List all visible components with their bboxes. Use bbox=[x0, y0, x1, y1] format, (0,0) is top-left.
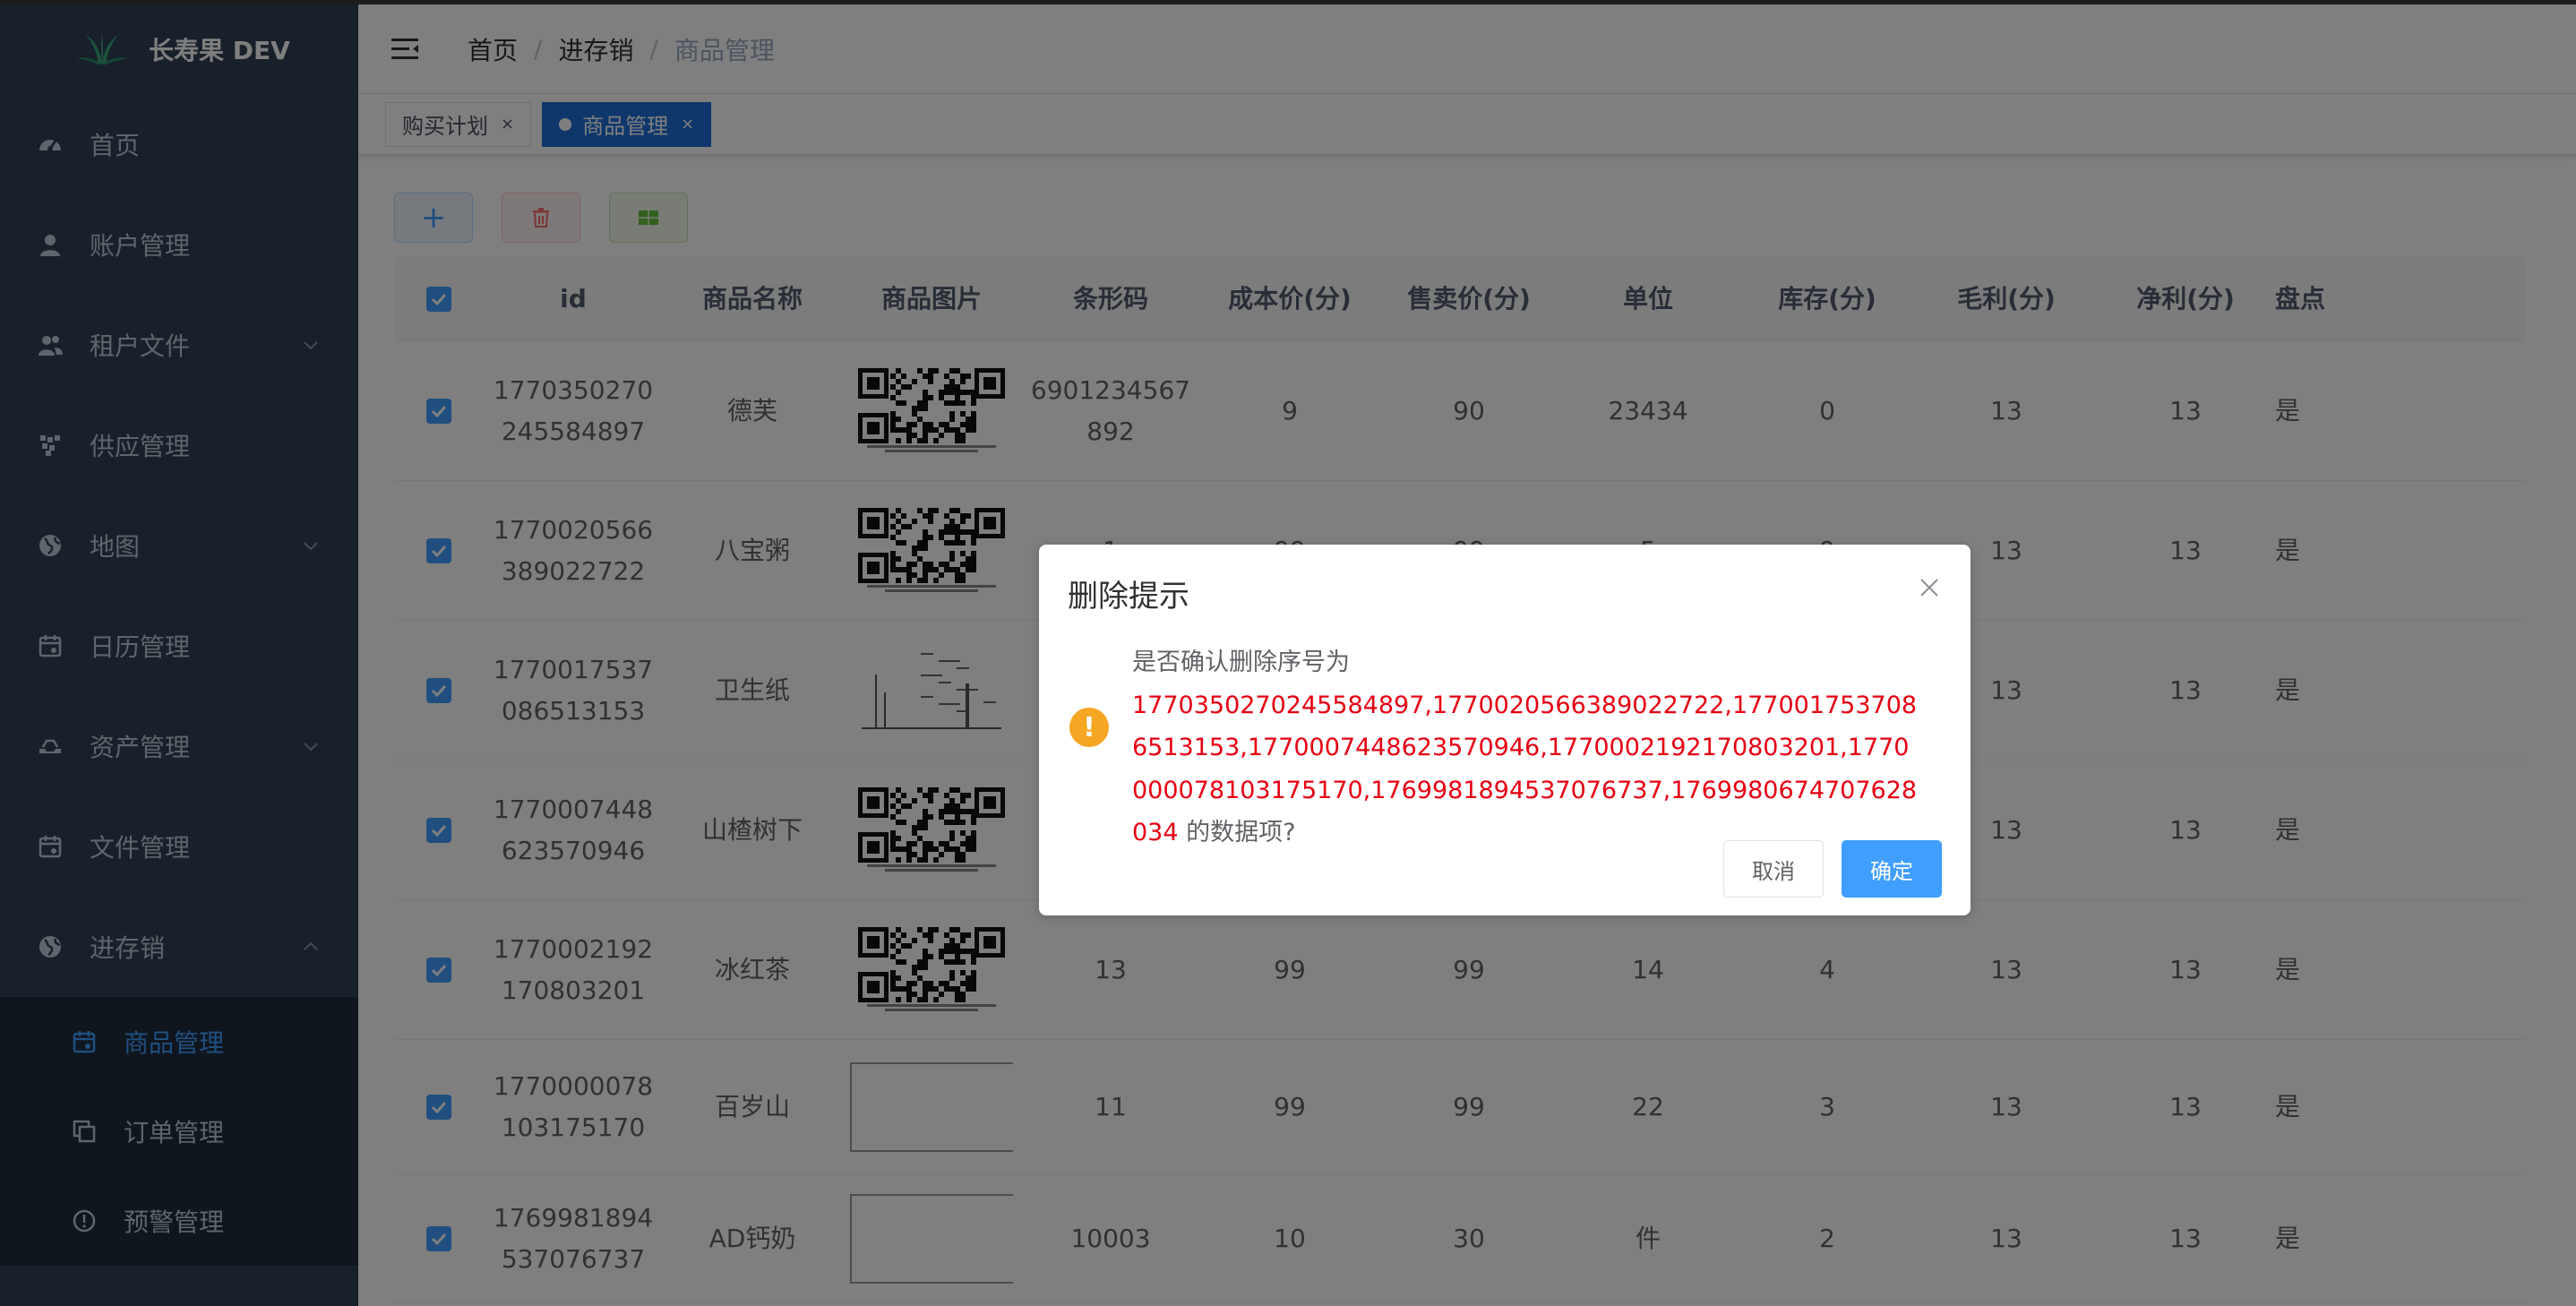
close-icon[interactable] bbox=[1917, 575, 1942, 600]
cancel-button[interactable]: 取消 bbox=[1723, 840, 1824, 898]
dialog-message: 是否确认删除序号为 1770350270245584897,1770020566… bbox=[1132, 641, 1920, 855]
delete-confirm-dialog: 删除提示 ! 是否确认删除序号为 1770350270245584897,177… bbox=[1039, 545, 1971, 915]
warning-icon: ! bbox=[1069, 708, 1109, 747]
dialog-title: 删除提示 bbox=[1068, 579, 1189, 614]
confirm-button[interactable]: 确定 bbox=[1842, 840, 1942, 898]
message-prefix: 是否确认删除序号为 bbox=[1132, 649, 1350, 676]
message-suffix: 的数据项? bbox=[1178, 819, 1296, 846]
